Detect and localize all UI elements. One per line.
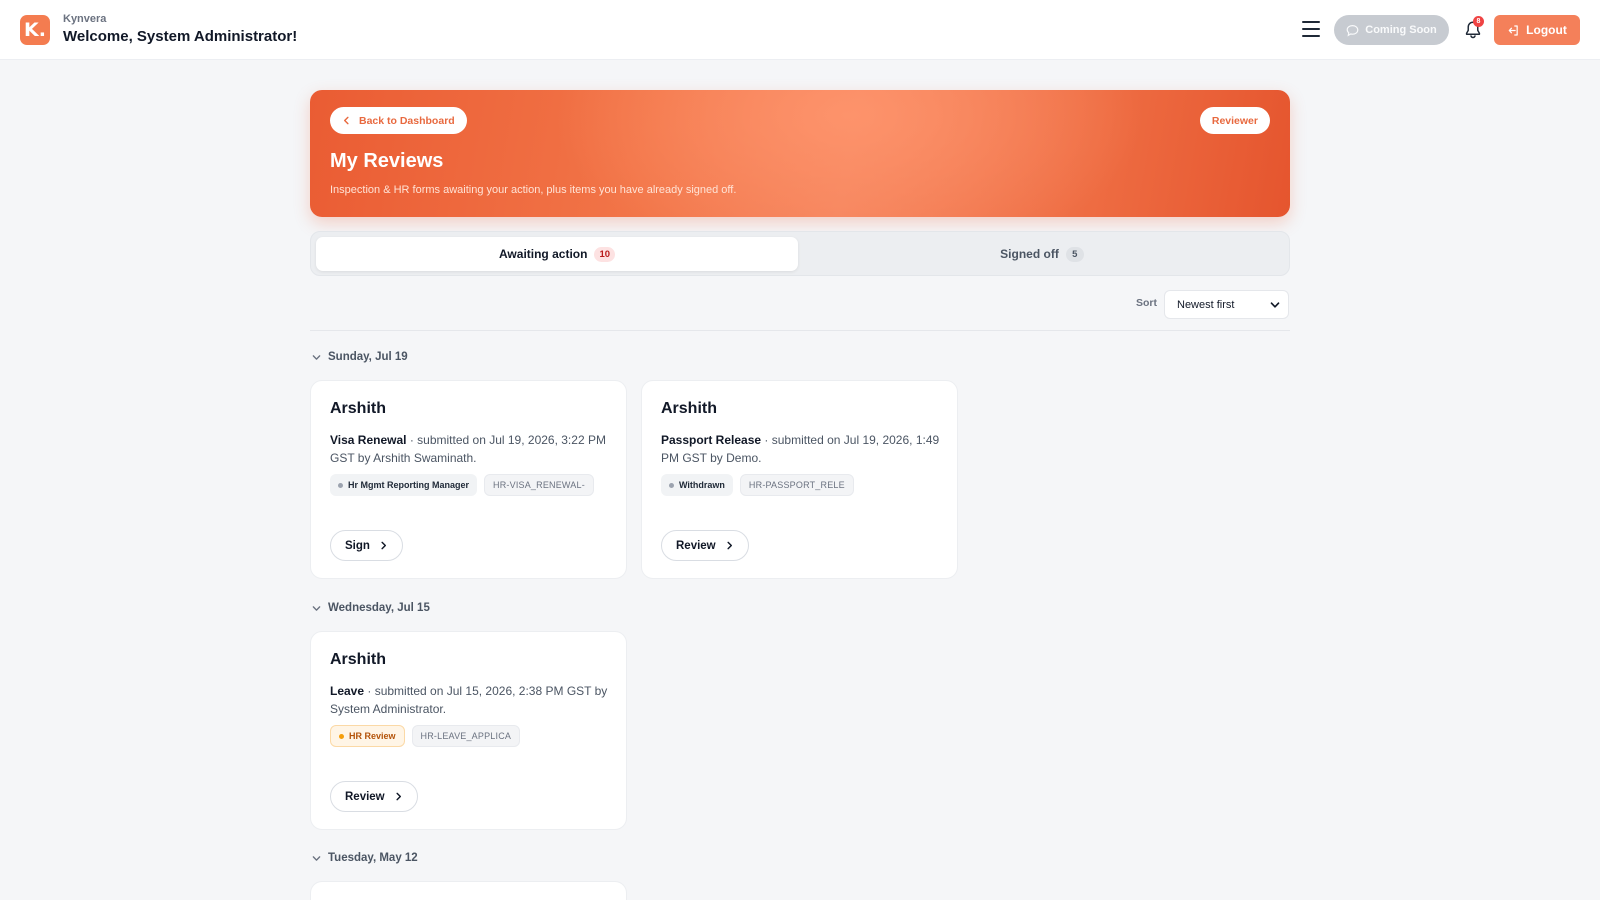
tab-awaiting-action[interactable]: Awaiting action 10 xyxy=(316,237,798,271)
top-bar: K. Kynvera Welcome, System Administrator… xyxy=(0,0,1600,60)
tab-count-badge: 5 xyxy=(1065,246,1084,262)
logout-icon xyxy=(1508,24,1518,36)
logout-label: Logout xyxy=(1526,23,1567,37)
tab-label: Awaiting action xyxy=(498,247,588,261)
status-label: Hr Mgmt Reporting Manager xyxy=(348,480,470,490)
group-date: Sunday, Jul 19 xyxy=(328,351,408,363)
hamburger-menu-icon[interactable] xyxy=(1300,18,1322,40)
role-badge: Reviewer xyxy=(1199,107,1270,134)
chevron-right-icon xyxy=(381,541,386,550)
coming-soon-label: Coming Soon xyxy=(1365,24,1437,36)
status-dot-icon xyxy=(669,482,674,488)
back-label: Back to Dashboard xyxy=(359,114,455,127)
date-group-header[interactable]: Wednesday, Jul 15 xyxy=(312,602,430,614)
status-label: HR Review xyxy=(349,731,396,741)
form-code-badge: HR-PASSPORT_RELE xyxy=(739,474,854,496)
form-code-badge: HR-VISA_RENEWAL- xyxy=(484,474,594,496)
sort-selected-value: Newest first xyxy=(1177,298,1235,311)
employee-name: Arshith xyxy=(330,651,386,668)
brand-name: Kynvera xyxy=(63,13,107,25)
page-title: My Reviews xyxy=(330,150,444,172)
action-label: Sign xyxy=(345,539,370,552)
tab-count-badge: 10 xyxy=(594,246,616,262)
chevron-right-icon xyxy=(727,541,732,550)
card-tags: Hr Mgmt Reporting Manager HR-VISA_RENEWA… xyxy=(330,474,594,496)
divider xyxy=(310,330,1290,331)
chevron-down-icon xyxy=(312,605,321,611)
card-tags: HR Review HR-LEAVE_APPLICA xyxy=(330,725,521,747)
review-card: Arshith Passport Release · submitted on … xyxy=(641,380,958,579)
form-name: Visa Renewal xyxy=(330,433,407,447)
chevron-down-icon xyxy=(312,855,321,861)
date-group-header[interactable]: Tuesday, May 12 xyxy=(312,852,418,864)
status-badge: Withdrawn xyxy=(661,474,733,496)
notification-badge: 8 xyxy=(1473,16,1484,27)
employee-name: Arshith xyxy=(661,400,717,417)
review-tabs: Awaiting action 10 Signed off 5 xyxy=(310,231,1290,276)
review-button[interactable]: Review xyxy=(330,781,418,812)
action-label: Review xyxy=(345,790,385,803)
review-button[interactable]: Review xyxy=(661,530,749,561)
welcome-message: Welcome, System Administrator! xyxy=(63,28,298,45)
chevron-down-icon xyxy=(312,354,321,360)
submission-details: Passport Release · submitted on Jul 19, … xyxy=(661,431,946,467)
status-dot-icon xyxy=(338,482,343,488)
chat-bubble-icon xyxy=(1346,24,1359,36)
submission-info: · submitted on Jul 15, 2026, 2:38 PM GST… xyxy=(330,684,608,716)
form-code-badge: HR-LEAVE_APPLICA xyxy=(411,725,521,747)
page-subtitle: Inspection & HR forms awaiting your acti… xyxy=(330,184,737,196)
sign-button[interactable]: Sign xyxy=(330,530,403,561)
tab-signed-off[interactable]: Signed off 5 xyxy=(799,237,1285,271)
status-label: Withdrawn xyxy=(679,480,725,490)
status-badge: HR Review xyxy=(330,725,405,747)
card-tags: Withdrawn HR-PASSPORT_RELE xyxy=(661,474,854,496)
submission-details: Visa Renewal · submitted on Jul 19, 2026… xyxy=(330,431,615,467)
logout-button[interactable]: Logout xyxy=(1494,15,1580,45)
form-name: Passport Release xyxy=(661,433,762,447)
date-group-header[interactable]: Sunday, Jul 19 xyxy=(312,351,408,363)
review-card: Arshith Leave · submitted on Jul 15, 202… xyxy=(310,631,627,830)
status-badge: Hr Mgmt Reporting Manager xyxy=(330,474,478,496)
status-dot-icon xyxy=(339,733,344,739)
group-date: Tuesday, May 12 xyxy=(328,852,418,864)
chevron-down-icon xyxy=(1270,301,1280,308)
form-name: Leave xyxy=(330,684,365,698)
chevron-left-icon xyxy=(343,116,349,125)
action-label: Review xyxy=(676,539,716,552)
review-card xyxy=(310,881,627,900)
sort-select[interactable]: Newest first xyxy=(1164,290,1289,319)
review-card: Arshith Visa Renewal · submitted on Jul … xyxy=(310,380,627,579)
app-logo[interactable]: K. xyxy=(20,15,50,45)
group-date: Wednesday, Jul 15 xyxy=(328,602,430,614)
hero-banner: Back to Dashboard Reviewer My Reviews In… xyxy=(310,90,1290,217)
coming-soon-button[interactable]: Coming Soon xyxy=(1334,15,1449,45)
submission-details: Leave · submitted on Jul 15, 2026, 2:38 … xyxy=(330,682,615,718)
sort-label: Sort xyxy=(1136,297,1157,309)
employee-name: Arshith xyxy=(330,400,386,417)
back-to-dashboard-button[interactable]: Back to Dashboard xyxy=(330,107,467,134)
chevron-right-icon xyxy=(396,792,401,801)
tab-label: Signed off xyxy=(1000,247,1059,261)
